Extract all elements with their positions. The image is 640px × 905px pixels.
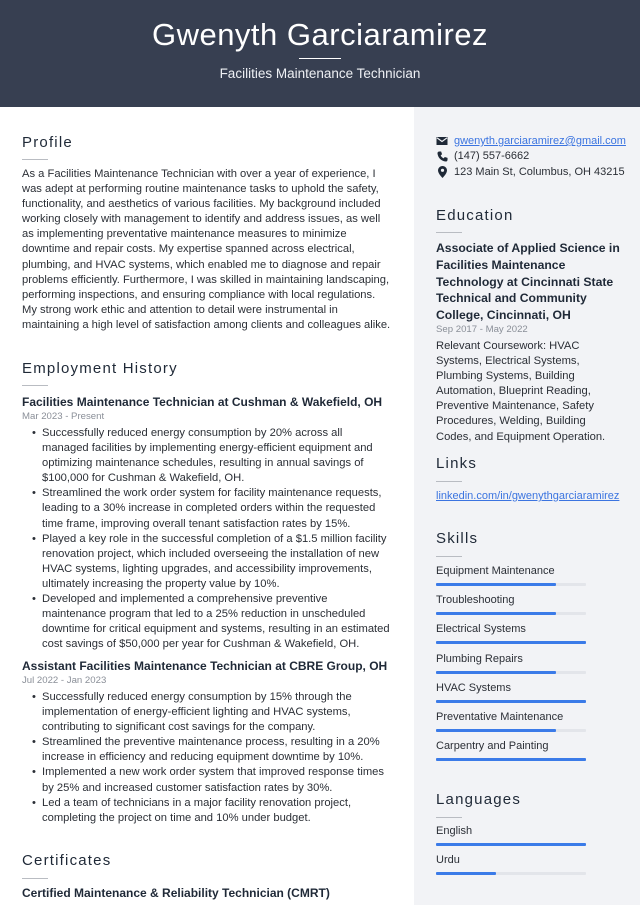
education-degree: Associate of Applied Science in Faciliti… [436,241,620,323]
employment-divider [22,385,48,386]
skill-level-fill [436,670,556,674]
skill-level-fill [436,583,556,586]
skills-heading: Skills [436,530,479,547]
job-bullet: Led a team of technicians in a major fac… [22,796,392,826]
linkedin-link[interactable]: linkedin.com/in/gwenythgarciaramirez [436,490,619,502]
skill-level-fill [436,641,586,645]
language-level-bar [436,843,586,846]
header-divider [299,58,341,59]
skill-level-fill [436,612,556,616]
skill-level-bar [436,583,586,586]
links-divider [436,481,462,482]
skill-label: Equipment Maintenance [436,565,555,577]
skill-level-bar [436,641,586,645]
skills-divider [436,556,462,557]
address-text: 123 Main St, Columbus, OH 43215 [454,166,625,178]
job-bullet: Streamlined the preventive maintenance p… [22,735,392,765]
candidate-name: Gwenyth Garciaramirez [151,17,489,52]
language-level-fill [436,872,496,876]
job-bullet: Implemented a new work order system that… [22,765,392,795]
phone-number: (147) 557-6662 [454,150,530,162]
resume-header: Gwenyth Garciaramirez Facilities Mainten… [0,0,640,107]
phone-icon [436,150,448,162]
languages-divider [436,817,462,818]
skill-level-fill [436,729,556,732]
certificates-heading: Certificates [22,852,112,869]
map-pin-icon [436,166,448,178]
job-bullets: Successfully reduced energy consumption … [22,426,392,652]
education-divider [436,232,462,233]
education-description: Relevant Coursework: HVAC Systems, Elect… [436,340,606,443]
profile-divider [22,159,48,160]
skill-level-bar [436,612,586,616]
job-bullet: Streamlined the work order system for fa… [22,486,392,531]
contact-address: 123 Main St, Columbus, OH 43215 [436,166,625,178]
skill-level-fill [436,758,586,762]
job-bullets: Successfully reduced energy consumption … [22,690,392,826]
skill-label: Troubleshooting [436,594,515,607]
job-dates: Jul 2022 - Jan 2023 [22,675,107,686]
profile-heading: Profile [22,134,73,151]
job-title: Facilities Maintenance Technician at Cus… [22,395,383,409]
job-bullet: Successfully reduced energy consumption … [22,426,392,486]
skill-label: Carpentry and Painting [436,740,549,753]
links-heading: Links [436,455,478,472]
education-dates: Sep 2017 - May 2022 [436,324,528,335]
contact-phone: (147) 557-6662 [436,150,529,162]
skill-level-bar [436,758,586,762]
job-dates: Mar 2023 - Present [22,411,105,422]
skill-level-bar [436,670,586,674]
language-label: Urdu [436,854,460,867]
employment-heading: Employment History [22,360,178,377]
envelope-icon [436,135,448,147]
education-heading: Education [436,207,514,224]
profile-text: As a Facilities Maintenance Technician w… [22,168,391,331]
languages-heading: Languages [436,791,522,808]
language-level-bar [436,872,586,876]
skill-level-bar [436,699,586,703]
skill-label: Plumbing Repairs [436,652,523,665]
certificates-divider [22,878,48,879]
job-bullet: Successfully reduced energy consumption … [22,690,392,735]
language-level-fill [436,843,586,846]
email-link[interactable]: gwenyth.garciaramirez@gmail.com [454,135,626,147]
language-label: English [436,825,473,837]
candidate-title: Facilities Maintenance Technician [219,66,421,81]
skill-level-bar [436,729,586,732]
skill-label: HVAC Systems [436,681,511,694]
skill-level-fill [436,699,586,703]
contact-email: gwenyth.garciaramirez@gmail.com [436,135,626,147]
skill-label: Preventative Maintenance [436,711,564,723]
job-title: Assistant Facilities Maintenance Technic… [22,659,388,673]
job-bullet: Developed and implemented a comprehensiv… [22,592,392,652]
skill-label: Electrical Systems [436,623,526,636]
job-bullet: Played a key role in the successful comp… [22,532,392,592]
certificate-item: Certified Maintenance & Reliability Tech… [22,886,330,900]
sidebar [414,107,640,905]
